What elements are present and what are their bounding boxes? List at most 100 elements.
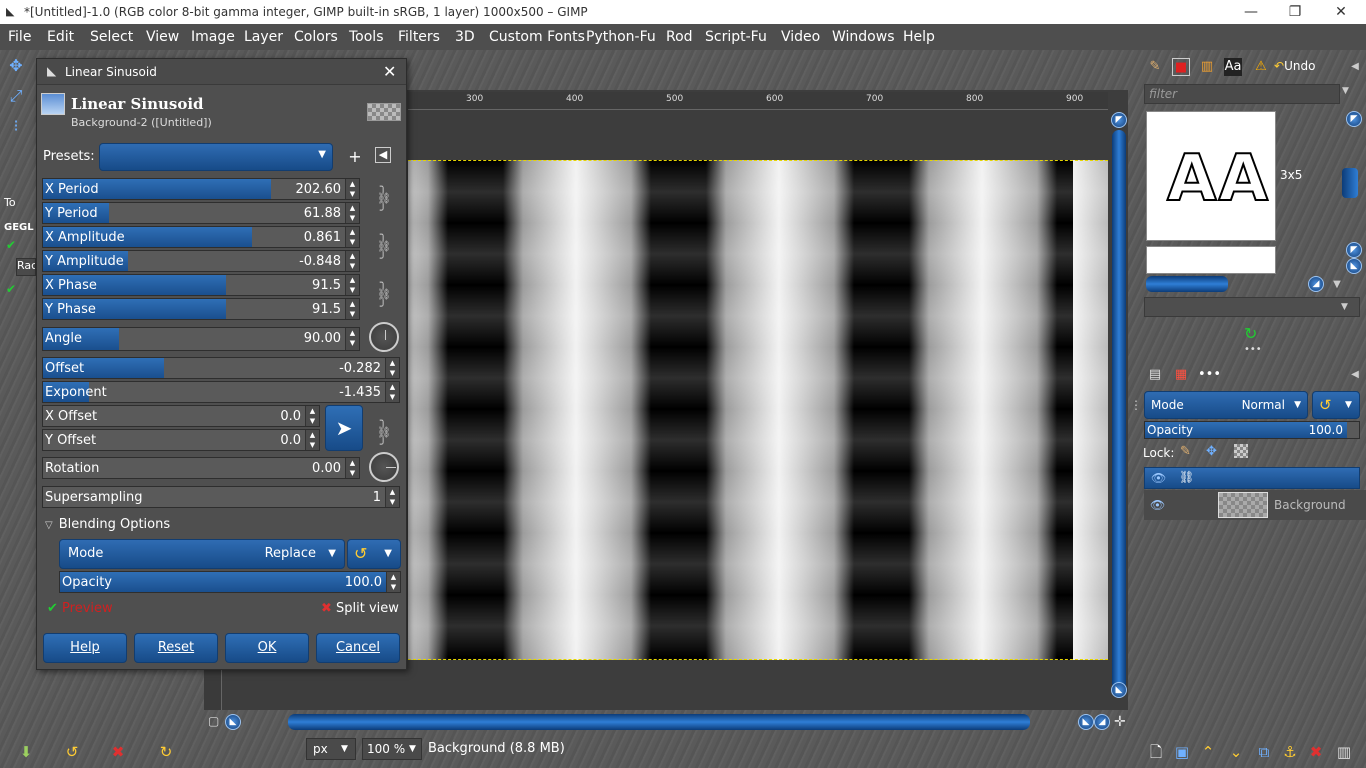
menu-3d[interactable]: 3D [455,29,475,45]
spin-arrows-icon[interactable]: ▲ ▼ [385,382,399,402]
move-tool-icon[interactable]: ✥ [6,56,26,76]
blend-composite-button[interactable]: ↺ ▼ [347,539,401,569]
anchor-layer-icon[interactable]: ⚓ [1280,742,1300,762]
text-tool-icon[interactable]: ⁝ [6,116,26,136]
gradient-icon[interactable]: ▥ [1198,58,1216,76]
spin-arrows-icon[interactable]: ▲ ▼ [345,227,359,247]
restore-icon[interactable]: ↺ [62,742,82,762]
menu-rod[interactable]: Rod [666,29,693,45]
y-offset-spin[interactable]: Y Offset 0.0 ▲ ▼ [42,429,320,451]
menu-custom-fonts[interactable]: Custom Fonts [489,29,585,45]
blend-opacity-spin[interactable]: Opacity 100.0 ▲ ▼ [59,571,401,593]
vertical-scrollbar[interactable]: ◤ ◣ [1108,110,1130,710]
layer-mode-combo[interactable]: Mode Normal ▼ [1144,391,1308,419]
lock-pixels-icon[interactable]: ✎ [1180,444,1191,459]
dock-menu-icon[interactable]: ◀ [1346,58,1364,76]
angle-spin[interactable]: Angle 90.00 ▲ ▼ [42,327,360,351]
chevron-down-icon[interactable]: ▼ [1328,276,1346,294]
scroll-thumb[interactable] [1112,130,1126,690]
layers-icon[interactable]: ▤ [1146,366,1164,384]
brush-tag-combo[interactable]: ▼ [1144,297,1360,317]
y-amplitude-spin[interactable]: Y Amplitude -0.848 ▲ ▼ [42,250,360,272]
menu-select[interactable]: Select [90,29,133,45]
brush-scroll-thumb[interactable] [1342,168,1358,198]
spin-arrows-icon[interactable]: ▲ ▼ [345,299,359,319]
y-period-spin[interactable]: Y Period 61.88 ▲ ▼ [42,202,360,224]
lower-layer-icon[interactable]: ⌄ [1226,742,1246,762]
restore-button[interactable]: ❐ [1272,0,1318,24]
brush-filter-input[interactable]: filter [1144,84,1340,104]
spin-arrows-icon[interactable]: ▲ ▼ [345,251,359,271]
pattern-icon[interactable]: ■ [1172,58,1190,76]
scroll-up-icon[interactable]: ◤ [1346,242,1362,258]
menu-image[interactable]: Image [191,29,235,45]
scroll-down-icon[interactable]: ◣ [1346,258,1362,274]
unit-combo[interactable]: px ▼ [306,738,356,760]
x-period-spin[interactable]: X Period 202.60 ▲ ▼ [42,178,360,200]
spin-arrows-icon[interactable]: ▲ ▼ [345,179,359,199]
brush-spacing-slider[interactable] [1146,276,1228,292]
pick-point-button[interactable]: ➤ [325,405,363,451]
toolbox-tab[interactable]: To [4,196,16,209]
chain-link-icon[interactable]: ╮ ⛓ ╯ [377,415,391,451]
cancel-button[interactable]: Cancel [316,633,400,663]
add-preset-button[interactable]: + [345,147,365,167]
undo-tab[interactable]: ↶Undo [1274,59,1315,73]
spin-arrows-icon[interactable]: ▲ ▼ [345,203,359,223]
image-canvas[interactable] [408,160,1108,660]
menu-windows[interactable]: Windows [832,29,895,45]
spin-arrows-icon[interactable]: ▲ ▼ [305,406,319,426]
menu-edit[interactable]: Edit [47,29,74,45]
scroll-up-icon[interactable]: ◤ [1346,111,1362,127]
brush-icon[interactable]: ✎ [1146,58,1164,76]
layer-composite-button[interactable]: ↺ ▼ [1312,391,1360,419]
brush-preview-secondary[interactable] [1146,246,1276,274]
scroll-left-icon[interactable]: ◣ [225,714,241,730]
lock-position-icon[interactable]: ✥ [1206,444,1217,459]
refresh-icon[interactable]: ↻ [1244,324,1257,343]
scroll-down-icon[interactable]: ◣ [1111,682,1127,698]
presets-combo[interactable]: ▼ [99,143,333,171]
reset-button[interactable]: Reset [134,633,218,663]
spin-arrows-icon[interactable]: ▲ ▼ [386,572,400,592]
chevron-down-icon[interactable]: ▼ [1342,86,1349,96]
menu-help[interactable]: Help [903,29,935,45]
gegl-field[interactable]: Rac [16,258,36,276]
scroll-left-end-icon[interactable]: ◣ [1078,714,1094,730]
font-icon[interactable]: Aa [1224,58,1242,76]
scroll-right-icon[interactable]: ◢ [1094,714,1110,730]
delete-icon[interactable]: ✖ [108,742,128,762]
paths-icon[interactable]: ••• [1198,366,1221,384]
presets-menu-icon[interactable]: ◀ [375,147,391,163]
new-layer-icon[interactable]: 🗋 [1146,742,1166,762]
split-view-toggle[interactable]: ✖ Split view [321,601,399,616]
exponent-spin[interactable]: Exponent -1.435 ▲ ▼ [42,381,400,403]
warning-icon[interactable]: ⚠ [1252,58,1270,76]
menu-colors[interactable]: Colors [294,29,338,45]
edit-brush-icon[interactable]: ◢ [1308,276,1324,292]
menu-script-fu[interactable]: Script-Fu [705,29,767,45]
export-icon[interactable]: ⬇ [16,742,36,762]
menu-video[interactable]: Video [781,29,820,45]
drag-handle-icon[interactable]: ⋮ [1130,398,1142,412]
menu-filters[interactable]: Filters [398,29,440,45]
x-phase-spin[interactable]: X Phase 91.5 ▲ ▼ [42,274,360,296]
supersampling-spin[interactable]: Supersampling 1 ▲ ▼ [42,486,400,508]
delete-layer-icon[interactable]: ✖ [1306,742,1326,762]
navigate-icon[interactable]: ✛ [1114,714,1126,730]
lock-alpha-icon[interactable] [1234,444,1248,458]
scroll-up-icon[interactable]: ◤ [1111,112,1127,128]
zoom-combo[interactable]: 100 % ▼ [362,738,422,760]
blend-mode-combo[interactable]: Mode Replace ▼ [59,539,345,569]
horizontal-scrollbar[interactable] [288,714,1030,730]
offset-spin[interactable]: Offset -0.282 ▲ ▼ [42,357,400,379]
spin-arrows-icon[interactable]: ▲ ▼ [345,328,359,350]
menu-view[interactable]: View [146,29,179,45]
spin-arrows-icon[interactable]: ▲ ▼ [345,275,359,295]
close-window-button[interactable]: ✕ [1318,0,1364,24]
spin-arrows-icon[interactable]: ▲ ▼ [385,487,399,507]
reset-icon[interactable]: ↻ [156,742,176,762]
chain-link-icon[interactable]: ╮ ⛓ ╯ [377,229,391,265]
eye-icon[interactable]: 👁 [1150,498,1165,512]
spin-arrows-icon[interactable]: ▲ ▼ [345,458,359,478]
